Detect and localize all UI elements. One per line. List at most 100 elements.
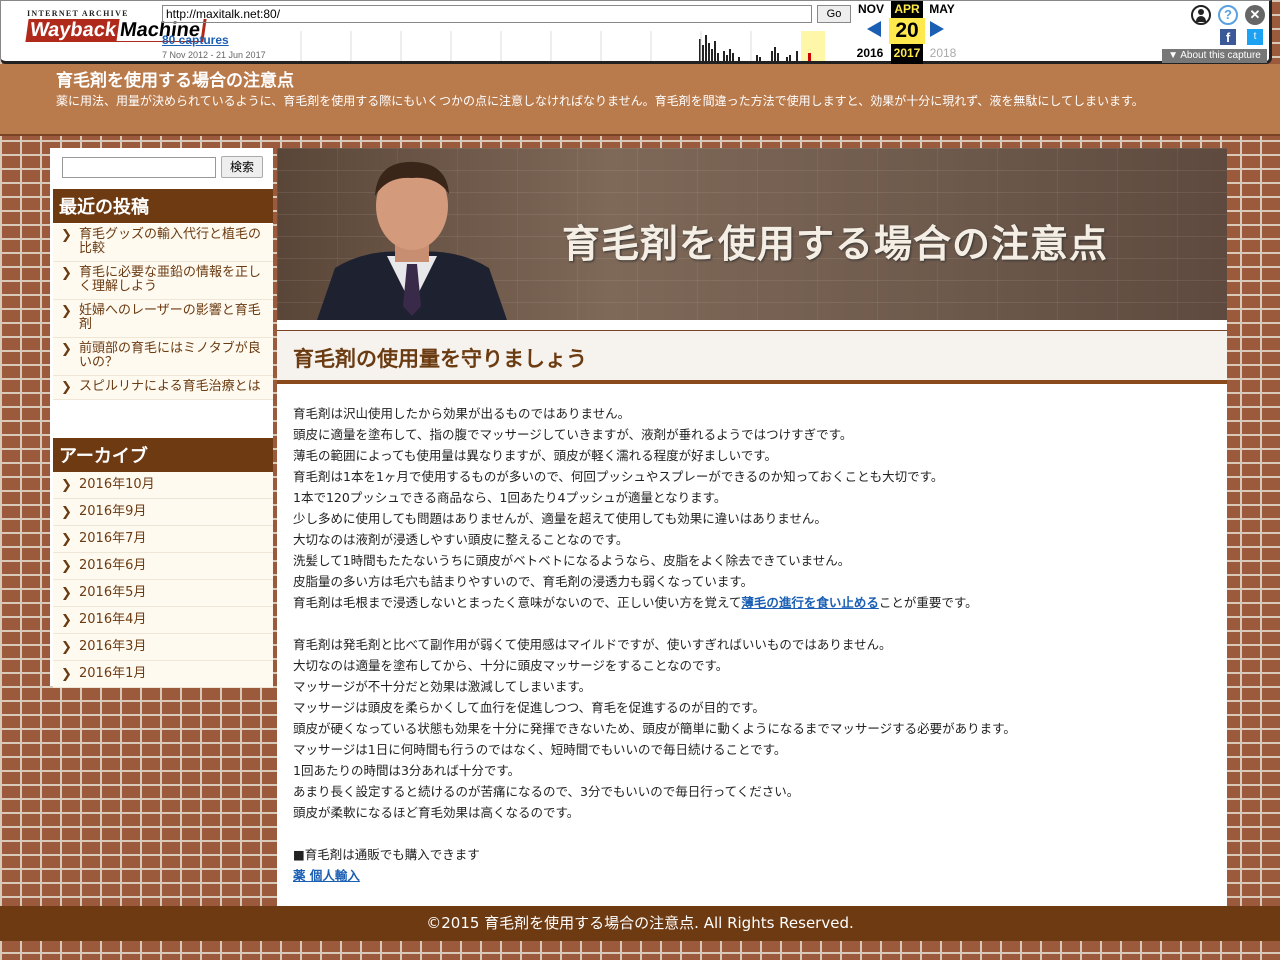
recent-post-label: 育毛グッズの輸入代行と植毛の比較 [79,227,262,256]
archive-label: 2016年7月 [79,531,147,546]
help-icon[interactable]: ? [1218,5,1238,25]
archive-label: 2016年4月 [79,612,147,627]
archive-item[interactable]: ❯ 2016年5月 [53,580,273,607]
chevron-right-icon: ❯ [61,667,72,682]
recent-post-item[interactable]: ❯ 育毛グッズの輸入代行と植毛の比較 [53,224,273,262]
site-header: 育毛剤を使用する場合の注意点 薬に用法、用量が決められているように、育毛剤を使用… [0,64,1280,136]
hero-title: 育毛剤を使用する場合の注意点 [562,221,1109,266]
wayback-captures-link[interactable]: 80 captures [162,33,229,47]
recent-post-label: スピルリナによる育毛治療とは [79,379,261,394]
archive-item[interactable]: ❯ 2016年4月 [53,607,273,634]
archive-item[interactable]: ❯ 2016年7月 [53,526,273,553]
search-input[interactable] [62,157,216,178]
text-line: マッサージは頭皮を柔らかくして血行を促進しつつ、育毛を促進するのが目的です。 [293,700,765,715]
text-line: 皮脂量の多い方は毛穴も詰まりやすいので、育毛剤の浸透力も弱くなっています。 [293,574,754,589]
wayback-next-arrow-icon[interactable] [930,21,944,37]
close-icon[interactable]: ✕ [1245,5,1265,25]
man-portrait-image [317,161,507,320]
facebook-icon[interactable]: f [1220,29,1236,45]
twitter-icon[interactable]: t [1247,29,1263,45]
archive-item[interactable]: ❯ 2016年9月 [53,499,273,526]
archive-item[interactable]: ❯ 2016年10月 [53,472,273,499]
chevron-right-icon: ❯ [61,266,72,281]
wayback-next-year[interactable]: 2018 [925,46,961,60]
wayback-cur-month: APR [894,2,920,16]
wayback-url-input[interactable]: http://maxitalk.net:80/ [162,5,812,23]
text-line: 育毛剤は発毛剤と比べて副作用が弱くて使用感はマイルドですが、使いすぎればいいもの… [293,637,892,652]
text-line: 1回あたりの時間は3分あれば十分です。 [293,763,521,778]
wayback-date-range: 7 Nov 2012 - 21 Jun 2017 [162,50,266,60]
hero-banner: 育毛剤を使用する場合の注意点 [277,148,1227,320]
text-line: あまり長く設定すると続けるのが苦痛になるので、3分でもいいので毎日行ってください… [293,784,800,799]
chevron-right-icon: ❯ [61,559,72,574]
text-line: 頭皮が柔軟になるほど育毛効果は高くなるのです。 [293,805,580,820]
sidebar: 検索 最近の投稿 ❯ 育毛グッズの輸入代行と植毛の比較 ❯ 育毛に必要な亜鉛の情報を… [50,148,273,688]
archive-label: 2016年10月 [79,477,155,492]
text-line: 育毛剤は1本を1ヶ月で使用するものが多いので、何回プッシュやスプレーができるのか… [293,469,944,484]
chevron-right-icon: ❯ [61,613,72,628]
paragraph: 育毛剤は発毛剤と比べて副作用が弱くて使用感はマイルドですが、使いすぎればいいもの… [293,634,1213,823]
recent-post-label: 前頭部の育毛にはミノタブが良いの？ [79,341,261,370]
archive-item[interactable]: ❯ 2016年6月 [53,553,273,580]
wayback-prev-year[interactable]: 2016 [852,46,888,60]
chevron-right-icon: ❯ [61,304,72,319]
chevron-right-icon: ❯ [61,228,72,243]
about-capture-button[interactable]: ▼ About this capture [1162,49,1267,63]
recent-posts-heading: 最近の投稿 [53,189,273,223]
wayback-logo-small: INTERNET ARCHIVE [27,9,129,18]
archive-label: 2016年3月 [79,639,147,654]
chevron-right-icon: ❯ [61,505,72,520]
user-icon[interactable] [1191,5,1211,25]
wayback-next-month[interactable]: MAY [924,2,960,16]
wayback-cur-day: 20 [889,18,925,44]
recent-post-item[interactable]: ❯ 妊婦へのレーザーの影響と育毛剤 [53,300,273,338]
paragraph: 育毛剤は沢山使用したから効果が出るものではありません。 頭皮に適量を塗布して、指… [293,403,1213,613]
archive-label: 2016年1月 [79,666,147,681]
search-button[interactable]: 検索 [221,156,263,178]
recent-post-item[interactable]: ❯ 育毛に必要な亜鉛の情報を正しく理解しよう [53,262,273,300]
recent-post-item[interactable]: ❯ スピルリナによる育毛治療とは [53,376,273,400]
archive-label: 2016年9月 [79,504,147,519]
wayback-toolbar: INTERNET ARCHIVE WaybackMachine http://m… [0,0,1272,64]
text-line: 大切なのは適量を塗布してから、十分に頭皮マッサージをすることなのです。 [293,658,729,673]
recent-post-label: 妊婦へのレーザーの影響と育毛剤 [79,303,261,332]
archive-item[interactable]: ❯ 2016年1月 [53,661,273,688]
chevron-right-icon: ❯ [61,640,72,655]
wayback-prev-month[interactable]: NOV [853,2,889,16]
text-line: 1本で120プッシュできる商品なら、1回あたり4プッシュが適量となります。 [293,490,727,505]
text-segment: ことが重要です。 [878,595,978,610]
article-header: 育毛剤の使用量を守りましょう [277,330,1227,384]
text-line: 洗髪して1時間もたたないうちに頭皮がベトベトになるようなら、皮脂をよく除去できて… [293,553,851,568]
chevron-right-icon: ❯ [61,380,72,395]
text-line: マッサージは1日に何時間も行うのではなく、短時間でもいいので毎日続けることです。 [293,742,787,757]
text-line: ■育毛剤は通販でも購入できます [293,847,480,862]
text-line: 薄毛の範囲によっても使用量は異なりますが、頭皮が軽く濡れる程度が好ましいです。 [293,448,778,463]
text-line: 少し多めに使用しても問題はありませんが、適量を超えて使用しても効果に違いはありま… [293,511,827,526]
archive-heading: アーカイブ [53,438,273,472]
main-content: 育毛剤を使用する場合の注意点 育毛剤の使用量を守りましょう 育毛剤は沢山使用した… [277,148,1227,906]
chevron-right-icon: ❯ [61,586,72,601]
archive-label: 2016年5月 [79,585,147,600]
archive-item[interactable]: ❯ 2016年3月 [53,634,273,661]
recent-post-item[interactable]: ❯ 前頭部の育毛にはミノタブが良いの？ [53,338,273,376]
wayback-sparkline[interactable] [271,31,827,61]
site-description: 薬に用法、用量が決められているように、育毛剤を使用する際にもいくつかの点に注意し… [56,94,1144,108]
site-title[interactable]: 育毛剤を使用する場合の注意点 [56,66,294,91]
wayback-go-button[interactable]: Go [817,5,851,23]
footer: ©2015 育毛剤を使用する場合の注意点. All Rights Reserve… [0,906,1280,941]
article-title: 育毛剤の使用量を守りましょう [293,347,587,371]
personal-import-link[interactable]: 薬 個人輸入 [293,868,360,883]
wayback-prev-arrow-icon[interactable] [867,21,881,37]
about-capture-label: About this capture [1180,50,1261,61]
text-line: 頭皮が硬くなっている状態も効果を十分に発揮できないため、頭皮が簡単に動くようにな… [293,721,1016,736]
hair-loss-link[interactable]: 薄毛の進行を食い止める [741,595,879,610]
paragraph: ■育毛剤は通販でも購入できます 薬 個人輸入 [293,844,1213,886]
text-line: 育毛剤は毛根まで浸透しないとまったく意味がないので、正しい使い方を覚えて薄毛の進… [293,592,1213,613]
chevron-right-icon: ❯ [61,478,72,493]
recent-post-label: 育毛に必要な亜鉛の情報を正しく理解しよう [79,265,262,294]
text-line: 頭皮に適量を塗布して、指の腹でマッサージしていきますが、液剤が垂れるようではつけ… [293,427,853,442]
chevron-right-icon: ❯ [61,532,72,547]
copyright-text: ©2015 育毛剤を使用する場合の注意点. All Rights Reserve… [426,914,854,932]
text-line: 育毛剤は沢山使用したから効果が出るものではありません。 [293,406,631,421]
wayback-logo[interactable]: INTERNET ARCHIVE WaybackMachine [25,9,207,42]
